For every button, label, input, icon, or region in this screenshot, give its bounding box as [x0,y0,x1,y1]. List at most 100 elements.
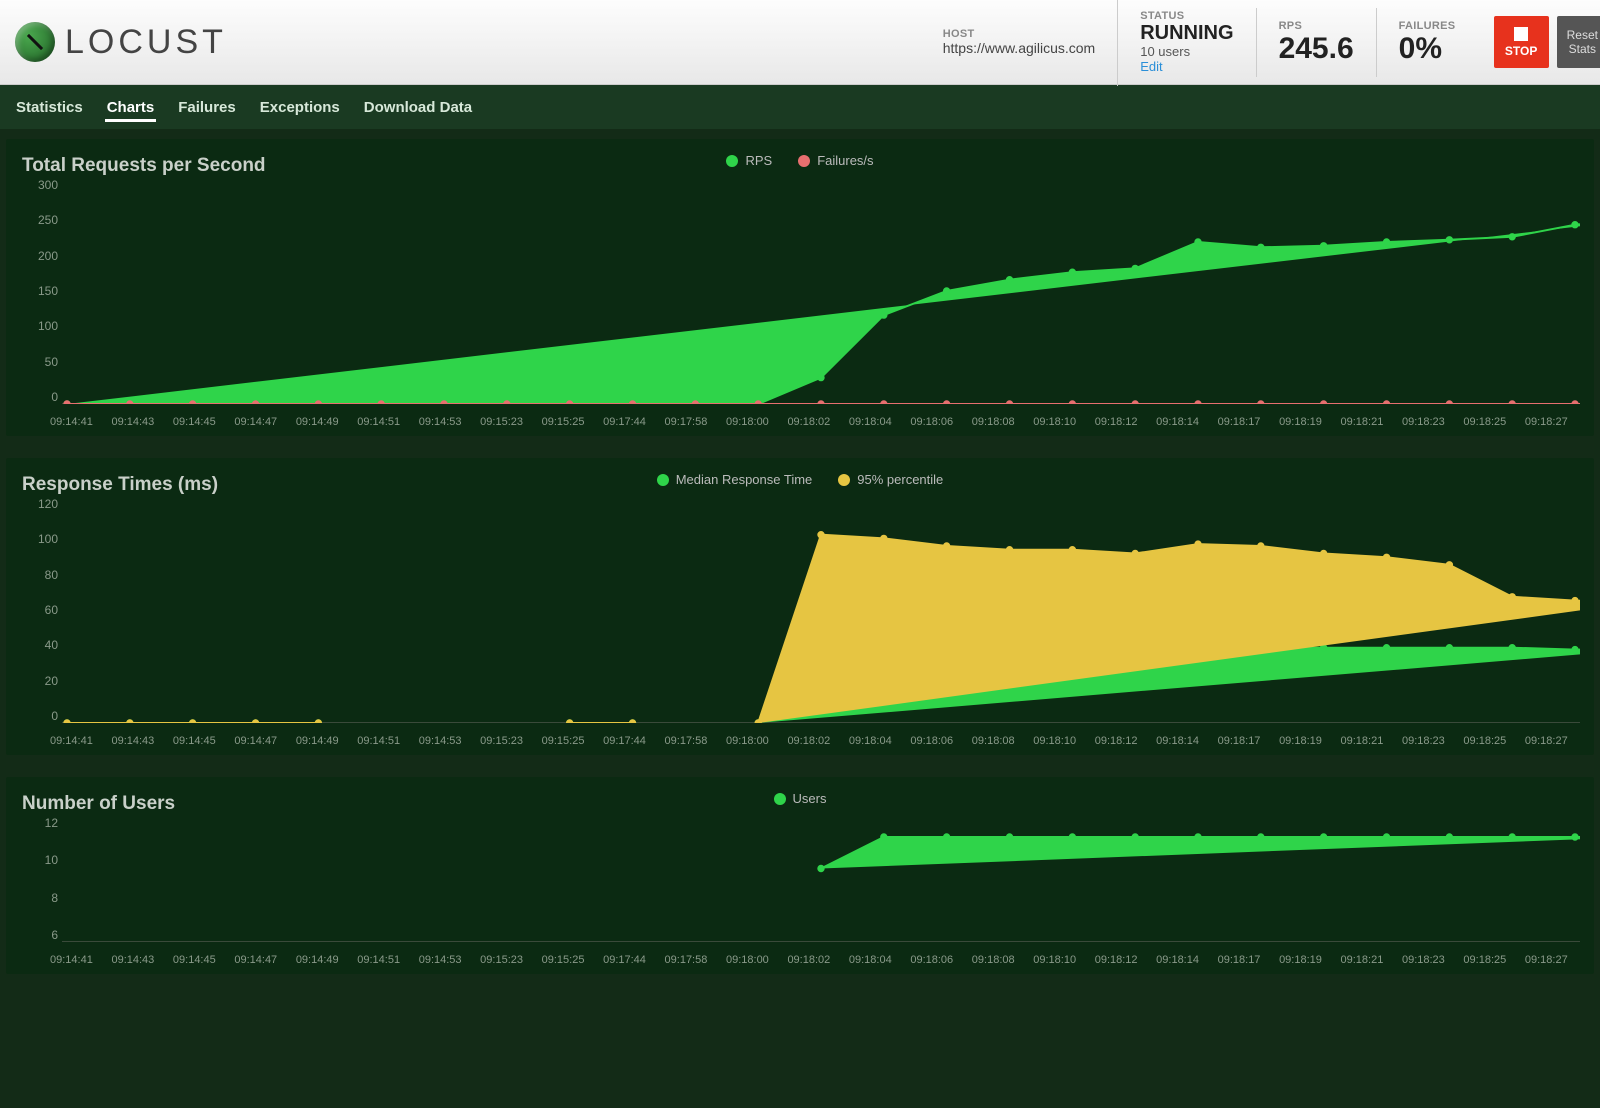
data-point[interactable] [1446,645,1452,651]
data-point[interactable] [189,720,195,723]
data-point[interactable] [1195,541,1201,547]
data-point[interactable] [943,401,949,404]
data-point[interactable] [1258,401,1264,404]
data-point[interactable] [755,401,761,404]
tab-failures[interactable]: Failures [176,87,238,128]
data-point[interactable] [818,865,824,871]
data-point[interactable] [1446,562,1452,568]
data-point[interactable] [881,312,887,318]
data-point[interactable] [1006,547,1012,553]
tab-exceptions[interactable]: Exceptions [258,87,342,128]
data-point[interactable] [1446,237,1452,243]
x-tick: 09:18:06 [910,954,953,966]
data-point[interactable] [315,720,321,723]
y-tick: 250 [18,213,58,227]
x-tick: 09:17:44 [603,416,646,428]
x-tick: 09:18:00 [726,416,769,428]
data-point[interactable] [1132,401,1138,404]
data-point[interactable] [1320,401,1326,404]
y-tick: 100 [18,319,58,333]
legend-item: Median Response Time [657,472,813,487]
tab-charts[interactable]: Charts [105,87,157,128]
data-point[interactable] [252,401,258,404]
data-point[interactable] [1383,645,1389,651]
data-point[interactable] [1195,239,1201,245]
data-point[interactable] [315,401,321,404]
tab-statistics[interactable]: Statistics [14,87,85,128]
data-point[interactable] [1572,646,1578,652]
data-point[interactable] [1258,543,1264,549]
y-tick: 50 [18,355,58,369]
y-tick: 0 [18,709,58,723]
data-point[interactable] [1132,265,1138,271]
data-point[interactable] [1320,243,1326,249]
data-point[interactable] [1509,834,1515,840]
data-point[interactable] [189,401,195,404]
data-point[interactable] [1132,834,1138,840]
data-point[interactable] [1383,554,1389,560]
data-point[interactable] [1572,597,1578,603]
stop-button[interactable]: STOP [1494,16,1549,68]
data-point[interactable] [881,401,887,404]
data-point[interactable] [1006,834,1012,840]
data-point[interactable] [629,720,635,723]
data-point[interactable] [1006,401,1012,404]
data-point[interactable] [1446,401,1452,404]
data-point[interactable] [127,401,133,404]
data-point[interactable] [1572,401,1578,404]
data-point[interactable] [1132,550,1138,556]
data-point[interactable] [1195,401,1201,404]
data-point[interactable] [1572,834,1578,840]
x-tick: 09:18:14 [1156,416,1199,428]
data-point[interactable] [1383,401,1389,404]
data-point[interactable] [818,532,824,538]
series-line-users [821,837,1580,869]
data-point[interactable] [441,401,447,404]
data-point[interactable] [881,834,887,840]
data-point[interactable] [1069,269,1075,275]
data-point[interactable] [64,720,70,723]
data-point[interactable] [1069,834,1075,840]
data-point[interactable] [1195,834,1201,840]
data-point[interactable] [504,401,510,404]
data-point[interactable] [1509,234,1515,240]
data-point[interactable] [881,535,887,541]
x-tick: 09:18:06 [910,735,953,747]
data-point[interactable] [566,401,572,404]
data-point[interactable] [629,401,635,404]
data-point[interactable] [1320,550,1326,556]
data-point[interactable] [566,720,572,723]
data-point[interactable] [943,543,949,549]
data-point[interactable] [1069,547,1075,553]
data-point[interactable] [1383,239,1389,245]
data-point[interactable] [818,401,824,404]
edit-link[interactable]: Edit [1140,59,1233,74]
data-point[interactable] [1258,244,1264,250]
data-point[interactable] [1258,834,1264,840]
data-point[interactable] [1383,834,1389,840]
data-point[interactable] [943,288,949,294]
data-point[interactable] [378,401,384,404]
data-point[interactable] [692,401,698,404]
data-point[interactable] [1509,401,1515,404]
data-point[interactable] [1572,222,1578,228]
data-point[interactable] [1509,594,1515,600]
data-point[interactable] [755,720,761,723]
reset-stats-button[interactable]: Reset Stats [1557,16,1600,68]
locust-logo-icon [15,22,55,62]
legend-item: RPS [726,153,772,168]
data-point[interactable] [252,720,258,723]
data-point[interactable] [1509,645,1515,651]
tab-download-data[interactable]: Download Data [362,87,474,128]
data-point[interactable] [943,834,949,840]
data-point[interactable] [64,401,70,404]
data-point[interactable] [818,374,824,380]
y-tick: 20 [18,674,58,688]
y-tick: 120 [18,497,58,511]
data-point[interactable] [1446,834,1452,840]
data-point[interactable] [1069,401,1075,404]
data-point[interactable] [127,720,133,723]
y-axis: 020406080100120 [18,497,58,723]
data-point[interactable] [1006,277,1012,283]
data-point[interactable] [1320,834,1326,840]
